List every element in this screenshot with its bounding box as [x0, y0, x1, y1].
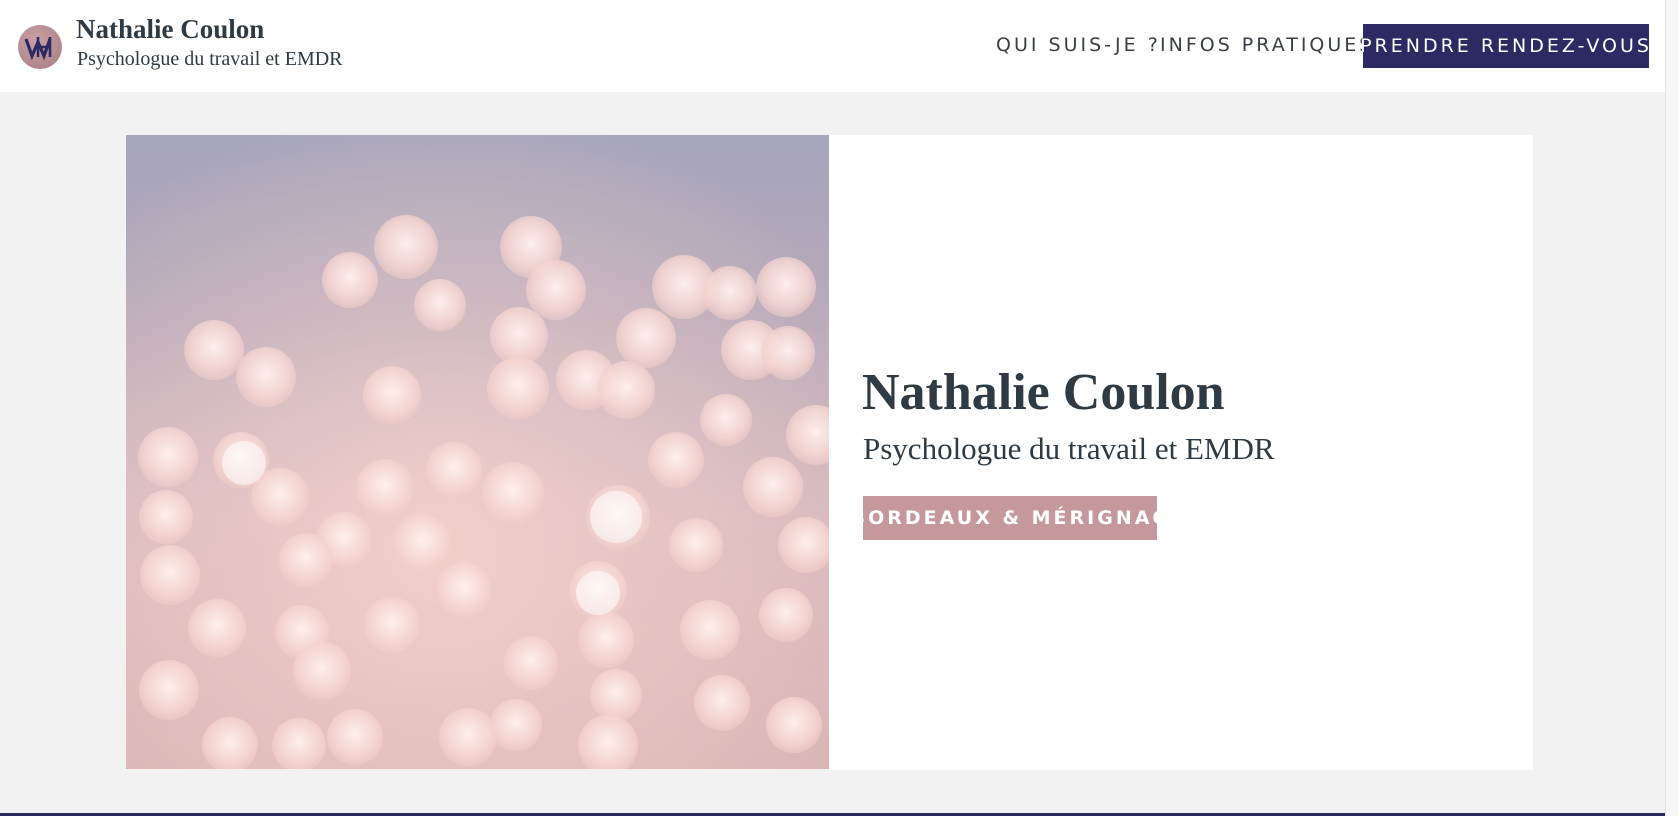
nav-item-infos-pratiques[interactable]: INFOS PRATIQUES: [1160, 34, 1374, 56]
scrollbar[interactable]: [1665, 0, 1678, 816]
site-title[interactable]: Nathalie Coulon: [76, 14, 264, 45]
site-tagline: Psychologue du travail et EMDR: [77, 48, 343, 70]
hero-subtitle: Psychologue du travail et EMDR: [863, 431, 1275, 466]
hero-bokeh-image: [126, 135, 829, 769]
location-badge: BORDEAUX & MÉRIGNAC: [851, 496, 1166, 540]
hero-panel: Nathalie Coulon Psychologue du travail e…: [829, 135, 1533, 770]
page: Nathalie Coulon Psychologue du travail e…: [0, 0, 1678, 816]
monogram-logo-icon[interactable]: [18, 25, 62, 69]
nav-item-qui-suis-je[interactable]: QUI SUIS-JE ?: [996, 34, 1161, 56]
prendre-rendez-vous-button[interactable]: PRENDRE RENDEZ-VOUS: [1360, 24, 1649, 68]
site-header: Nathalie Coulon Psychologue du travail e…: [0, 0, 1666, 92]
hero-title: Nathalie Coulon: [862, 364, 1225, 421]
